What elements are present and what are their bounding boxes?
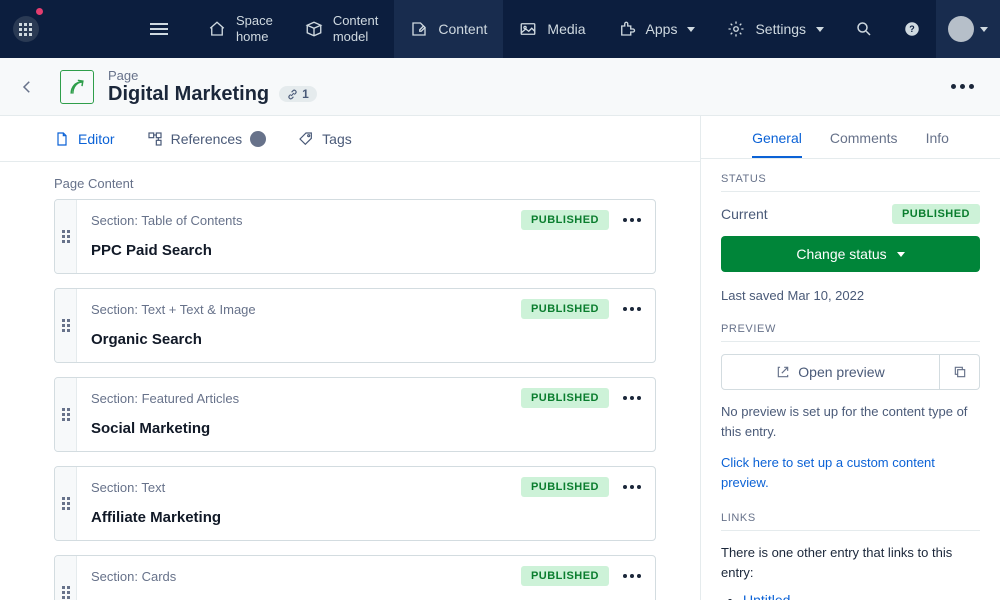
chevron-down-icon <box>687 27 695 32</box>
puzzle-icon <box>618 20 636 38</box>
card-actions-menu[interactable] <box>623 214 641 226</box>
media-icon <box>519 20 537 38</box>
copy-preview-button[interactable] <box>940 354 980 390</box>
card-status-chip: PUBLISHED <box>521 388 609 408</box>
sidebar-tab-comments[interactable]: Comments <box>830 130 898 158</box>
copy-icon <box>953 365 967 379</box>
nav-content[interactable]: Content <box>394 0 503 58</box>
card-section-label: Section: Featured Articles <box>91 391 239 406</box>
app-launcher[interactable] <box>0 0 52 58</box>
home-icon <box>208 20 226 38</box>
status-current-label: Current <box>721 206 768 222</box>
sidebar-tab-info[interactable]: Info <box>926 130 949 158</box>
card-actions-menu[interactable] <box>623 570 641 582</box>
page-header: Page Digital Marketing 1 <box>0 58 1000 116</box>
apps-grid-icon <box>19 23 32 36</box>
pencil-page-icon <box>410 20 428 38</box>
drag-handle[interactable] <box>55 378 77 451</box>
box-icon <box>305 20 323 38</box>
editor-tabs: Editor References Tags <box>0 116 700 162</box>
tab-tags[interactable]: Tags <box>298 131 352 147</box>
card-status-chip: PUBLISHED <box>521 299 609 319</box>
drag-handle[interactable] <box>55 200 77 273</box>
page-title: Digital Marketing 1 <box>108 83 317 106</box>
nav-apps[interactable]: Apps <box>602 0 712 58</box>
card-section-label: Section: Text + Text & Image <box>91 302 256 317</box>
card-section-label: Section: Table of Contents <box>91 213 243 228</box>
tab-editor[interactable]: Editor <box>54 131 115 147</box>
drag-handle[interactable] <box>55 556 77 600</box>
chevron-down-icon <box>897 252 905 257</box>
nav-settings[interactable]: Settings <box>711 0 840 58</box>
sidebar-tab-general[interactable]: General <box>752 130 802 158</box>
content-card[interactable]: Section: Table of Contents PUBLISHED PPC P… <box>54 199 656 274</box>
card-status-chip: PUBLISHED <box>521 210 609 230</box>
back-button[interactable] <box>18 78 36 96</box>
drag-handle[interactable] <box>55 289 77 362</box>
preview-heading: PREVIEW <box>721 323 980 342</box>
nav-content-model[interactable]: Contentmodel <box>289 0 395 58</box>
status-chip: PUBLISHED <box>892 204 980 224</box>
tag-icon <box>298 131 314 147</box>
svg-text:?: ? <box>909 24 915 34</box>
card-section-label: Section: Text <box>91 480 165 495</box>
card-status-chip: PUBLISHED <box>521 477 609 497</box>
avatar <box>948 16 974 42</box>
card-title: Affiliate Marketing <box>91 509 641 526</box>
references-count-badge <box>250 131 266 147</box>
card-title: PPC Paid Search <box>91 242 641 259</box>
content-card[interactable]: Section: Featured Articles PUBLISHED Socia… <box>54 377 656 452</box>
link-icon <box>287 89 298 100</box>
content-card[interactable]: Section: Text + Text & Image PUBLISHED Org… <box>54 288 656 363</box>
card-status-chip: PUBLISHED <box>521 566 609 586</box>
status-heading: STATUS <box>721 173 980 192</box>
breadcrumb: Page <box>108 68 317 83</box>
document-icon <box>54 131 70 147</box>
field-label: Page Content <box>54 176 656 191</box>
card-title: Organic Search <box>91 331 641 348</box>
tab-references[interactable]: References <box>147 131 267 147</box>
links-message: There is one other entry that links to t… <box>721 543 980 582</box>
link-count-badge[interactable]: 1 <box>279 86 317 102</box>
account-menu[interactable] <box>936 0 1000 58</box>
notification-badge <box>36 8 43 15</box>
search-icon <box>855 20 873 38</box>
card-actions-menu[interactable] <box>623 392 641 404</box>
menu-toggle[interactable] <box>150 23 168 35</box>
gear-icon <box>727 20 745 38</box>
last-saved: Last saved Mar 10, 2022 <box>721 288 980 303</box>
chevron-down-icon <box>816 27 824 32</box>
help-button[interactable]: ? <box>888 0 936 58</box>
preview-message: No preview is set up for the content typ… <box>721 402 980 441</box>
links-heading: LINKS <box>721 512 980 531</box>
sidebar: General Comments Info STATUS Current PUB… <box>700 116 1000 600</box>
chevron-down-icon <box>980 27 988 32</box>
references-icon <box>147 131 163 147</box>
help-icon: ? <box>903 20 921 38</box>
open-preview-button[interactable]: Open preview <box>721 354 940 390</box>
drag-handle[interactable] <box>55 467 77 540</box>
card-title: Social Marketing <box>91 420 641 437</box>
preview-setup-link[interactable]: Click here to set up a custom content pr… <box>721 453 980 492</box>
card-actions-menu[interactable] <box>623 303 641 315</box>
card-actions-menu[interactable] <box>623 481 641 493</box>
content-card[interactable]: Section: Text PUBLISHED Affiliate Marketin… <box>54 466 656 541</box>
content-type-icon <box>60 70 94 104</box>
entry-actions-menu[interactable] <box>943 76 982 97</box>
external-link-icon <box>776 365 790 379</box>
card-section-label: Section: Cards <box>91 569 176 584</box>
linked-entry[interactable]: Untitled <box>743 592 980 600</box>
change-status-button[interactable]: Change status <box>721 236 980 272</box>
editor-column: Editor References Tags Page Content Sect… <box>0 116 700 600</box>
nav-media[interactable]: Media <box>503 0 601 58</box>
top-navbar: Spacehome Contentmodel Content Media App… <box>0 0 1000 58</box>
nav-space-home[interactable]: Spacehome <box>192 0 289 58</box>
content-card[interactable]: Section: CardsPUBLISHEDPlaceholder Cards <box>54 555 656 600</box>
search-button[interactable] <box>840 0 888 58</box>
